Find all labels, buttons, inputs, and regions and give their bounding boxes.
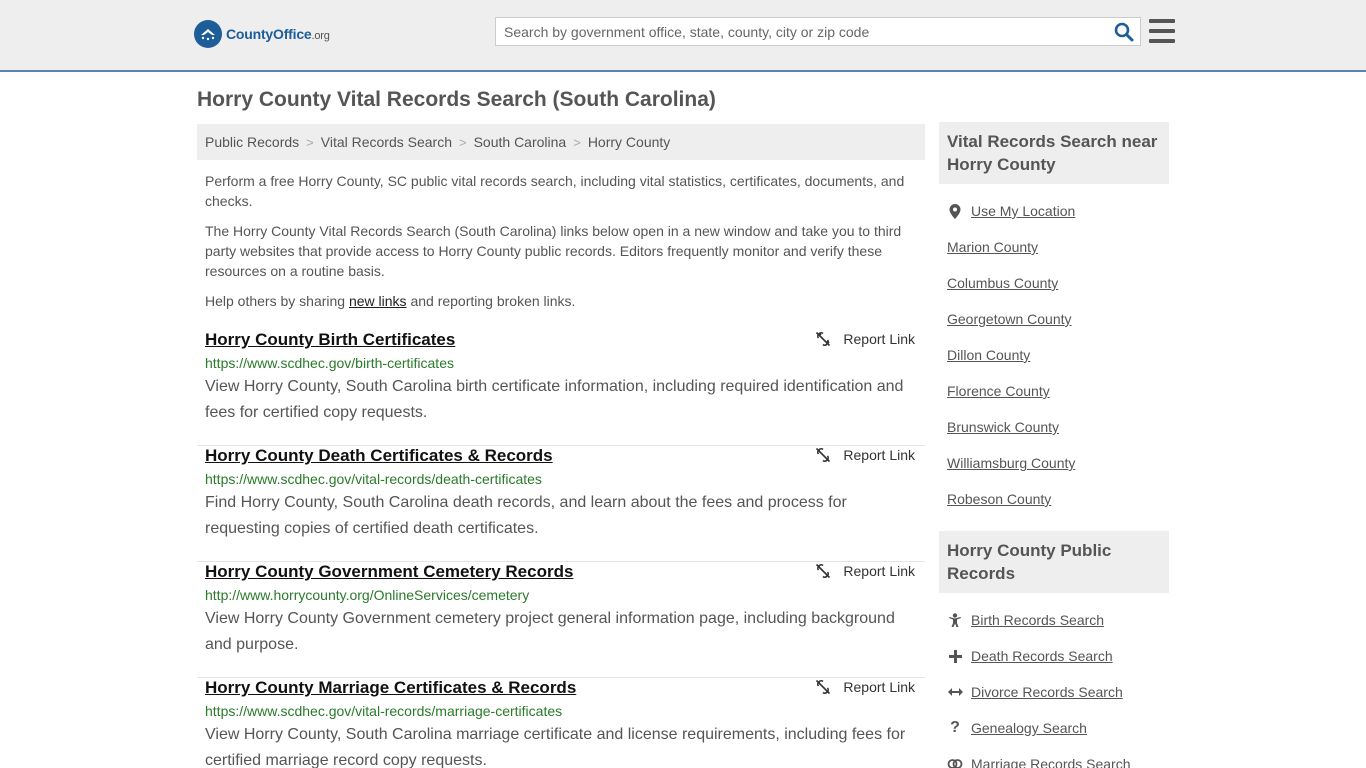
result-item: Horry County Marriage Certificates & Rec… bbox=[197, 677, 925, 768]
nearby-county-item: Florence County bbox=[947, 373, 1161, 409]
question-icon: ? bbox=[950, 719, 960, 736]
page-title: Horry County Vital Records Search (South… bbox=[197, 88, 716, 111]
death-records-search-link[interactable]: Death Records Search bbox=[971, 648, 1113, 664]
nearby-county-link[interactable]: Brunswick County bbox=[947, 419, 1059, 435]
nearby-county-item: Robeson County bbox=[947, 481, 1161, 517]
result-description: Find Horry County, South Carolina death … bbox=[205, 494, 847, 537]
marriage-records-search-link[interactable]: Marriage Records Search bbox=[971, 756, 1131, 768]
breadcrumb-separator: > bbox=[573, 134, 581, 150]
public-record-item: ? Genealogy Search bbox=[947, 710, 1161, 746]
new-links-link[interactable]: new links bbox=[349, 293, 407, 309]
genealogy-search-link[interactable]: Genealogy Search bbox=[971, 720, 1087, 736]
nearby-county-item: Georgetown County bbox=[947, 301, 1161, 337]
report-link-button[interactable]: Report Link bbox=[815, 679, 915, 695]
broken-link-icon bbox=[816, 331, 831, 347]
nearby-county-link[interactable]: Marion County bbox=[947, 239, 1038, 255]
baby-icon bbox=[947, 612, 963, 628]
public-records-list: Birth Records Search Death Records Searc… bbox=[939, 593, 1169, 768]
nearby-county-link[interactable]: Williamsburg County bbox=[947, 455, 1075, 471]
seal-logo-icon bbox=[194, 20, 222, 48]
nearby-county-item: Columbus County bbox=[947, 265, 1161, 301]
public-record-item: Marriage Records Search bbox=[947, 746, 1161, 768]
intro-paragraph: Perform a free Horry County, SC public v… bbox=[205, 173, 905, 209]
result-url: https://www.scdhec.gov/vital-records/dea… bbox=[205, 471, 542, 487]
breadcrumb-public-records[interactable]: Public Records bbox=[205, 134, 299, 150]
report-link-button[interactable]: Report Link bbox=[815, 447, 915, 463]
public-record-item: Death Records Search bbox=[947, 638, 1161, 674]
cross-icon bbox=[947, 649, 963, 663]
nearby-county-item: Williamsburg County bbox=[947, 445, 1161, 481]
result-url: http://www.horrycounty.org/OnlineService… bbox=[205, 587, 530, 603]
result-description: View Horry County, South Carolina birth … bbox=[205, 378, 904, 421]
result-title-link[interactable]: Horry County Government Cemetery Records bbox=[205, 561, 917, 583]
intro-paragraph: The Horry County Vital Records Search (S… bbox=[205, 223, 902, 279]
nearby-county-link[interactable]: Columbus County bbox=[947, 275, 1058, 291]
result-item: Horry County Government Cemetery Records… bbox=[197, 561, 925, 678]
result-url: https://www.scdhec.gov/birth-certificate… bbox=[205, 355, 454, 371]
nearby-list: Use My Location Marion County Columbus C… bbox=[939, 184, 1169, 531]
report-link-label: Report Link bbox=[843, 563, 915, 579]
hamburger-icon-bar bbox=[1149, 39, 1175, 43]
result-title-link[interactable]: Horry County Death Certificates & Record… bbox=[205, 445, 917, 467]
site-header: CountyOffice.org bbox=[0, 0, 1366, 72]
search-box bbox=[495, 17, 1141, 46]
share-paragraph: Help others by sharing new links and rep… bbox=[205, 293, 576, 309]
broken-link-icon bbox=[816, 679, 831, 695]
public-record-item: Birth Records Search bbox=[947, 602, 1161, 638]
broken-link-icon bbox=[816, 447, 831, 463]
use-my-location-link[interactable]: Use My Location bbox=[971, 203, 1075, 219]
arrows-horizontal-icon bbox=[947, 687, 963, 697]
report-link-button[interactable]: Report Link bbox=[815, 563, 915, 579]
intro-text: Perform a free Horry County, SC public v… bbox=[205, 171, 917, 321]
menu-button[interactable] bbox=[1149, 19, 1175, 43]
broken-link-icon bbox=[816, 563, 831, 579]
public-records-section-title: Horry County Public Records bbox=[939, 531, 1169, 593]
site-logo[interactable]: CountyOffice.org bbox=[194, 20, 330, 48]
logo-wordmark: CountyOffice.org bbox=[226, 26, 330, 42]
hamburger-icon-bar bbox=[1149, 19, 1175, 23]
nearby-section-title: Vital Records Search near Horry County bbox=[939, 122, 1169, 184]
map-pin-icon bbox=[947, 203, 963, 219]
nearby-county-item: Marion County bbox=[947, 229, 1161, 265]
result-item: Horry County Death Certificates & Record… bbox=[197, 445, 925, 562]
search-input[interactable] bbox=[496, 18, 1096, 45]
breadcrumb-horry-county: Horry County bbox=[587, 134, 671, 150]
nearby-county-item: Brunswick County bbox=[947, 409, 1161, 445]
results-list: Horry County Birth Certificates https://… bbox=[197, 330, 925, 768]
breadcrumb-south-carolina[interactable]: South Carolina bbox=[474, 134, 567, 150]
search-icon bbox=[1114, 22, 1134, 42]
breadcrumb-separator: > bbox=[306, 134, 314, 150]
nearby-county-link[interactable]: Dillon County bbox=[947, 347, 1030, 363]
result-title-link[interactable]: Horry County Birth Certificates bbox=[205, 329, 917, 351]
result-url: https://www.scdhec.gov/vital-records/mar… bbox=[205, 703, 563, 719]
report-link-label: Report Link bbox=[843, 679, 915, 695]
result-description: View Horry County, South Carolina marria… bbox=[205, 726, 906, 768]
breadcrumb-separator: > bbox=[459, 134, 467, 150]
divorce-records-search-link[interactable]: Divorce Records Search bbox=[971, 684, 1123, 700]
birth-records-search-link[interactable]: Birth Records Search bbox=[971, 612, 1104, 628]
use-location-item: Use My Location bbox=[947, 193, 1161, 229]
breadcrumb-vital-records-search[interactable]: Vital Records Search bbox=[321, 134, 452, 150]
public-record-item: Divorce Records Search bbox=[947, 674, 1161, 710]
rings-icon bbox=[947, 758, 963, 768]
result-title-link[interactable]: Horry County Marriage Certificates & Rec… bbox=[205, 677, 917, 699]
report-link-label: Report Link bbox=[843, 331, 915, 347]
search-button[interactable] bbox=[1114, 22, 1134, 42]
nearby-county-item: Dillon County bbox=[947, 337, 1161, 373]
nearby-county-link[interactable]: Robeson County bbox=[947, 491, 1051, 507]
result-description: View Horry County Government cemetery pr… bbox=[205, 610, 895, 653]
nearby-county-link[interactable]: Georgetown County bbox=[947, 311, 1072, 327]
nearby-county-link[interactable]: Florence County bbox=[947, 383, 1050, 399]
report-link-button[interactable]: Report Link bbox=[815, 331, 915, 347]
breadcrumb: Public Records > Vital Records Search > … bbox=[197, 124, 925, 160]
report-link-label: Report Link bbox=[843, 447, 915, 463]
result-item: Horry County Birth Certificates https://… bbox=[197, 329, 925, 446]
hamburger-icon-bar bbox=[1149, 29, 1175, 33]
sidebar: Vital Records Search near Horry County U… bbox=[939, 122, 1169, 768]
